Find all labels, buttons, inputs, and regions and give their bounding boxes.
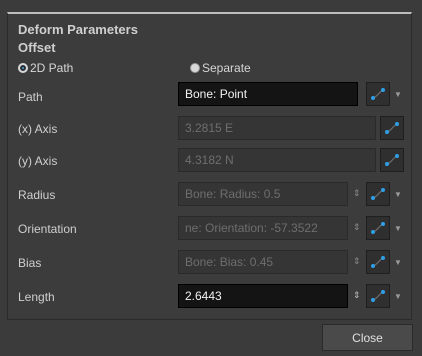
panel-title: Deform Parameters <box>18 22 138 37</box>
x-axis-label: (x) Axis <box>18 122 58 136</box>
radius-dropdown-arrow[interactable]: ▼ <box>394 190 402 199</box>
function-curve-icon <box>385 154 399 166</box>
path-field[interactable]: Bone: Point <box>178 82 358 106</box>
function-curve-icon <box>385 122 399 134</box>
y-axis-field: 4.3182 N <box>178 148 376 172</box>
close-button[interactable]: Close <box>322 324 413 351</box>
radius-field: Bone: Radius: 0.5 <box>178 182 348 206</box>
length-function-button[interactable] <box>366 284 390 308</box>
orientation-dropdown-arrow[interactable]: ▼ <box>394 224 402 233</box>
x-axis-function-button[interactable] <box>380 116 404 140</box>
deform-parameters-panel: Deform Parameters Offset 2D Path Separat… <box>7 12 412 320</box>
function-curve-icon <box>371 222 385 234</box>
length-field[interactable]: 2.6443 <box>178 284 348 308</box>
function-curve-icon <box>371 256 385 268</box>
stepper-arrows-icon: ⇕ <box>353 188 361 198</box>
radio-selected-icon <box>18 63 28 73</box>
length-label: Length <box>18 290 55 304</box>
bias-function-button[interactable] <box>366 250 390 274</box>
bias-label: Bias <box>18 256 42 270</box>
path-function-button[interactable] <box>366 82 390 106</box>
y-axis-label: (y) Axis <box>18 154 58 168</box>
function-curve-icon <box>371 188 385 200</box>
orientation-function-button[interactable] <box>366 216 390 240</box>
radio-separate[interactable]: Separate <box>190 61 251 75</box>
path-dropdown-arrow[interactable]: ▼ <box>394 90 402 99</box>
radius-function-button[interactable] <box>366 182 390 206</box>
bias-field: Bone: Bias: 0.45 <box>178 250 348 274</box>
orientation-field: ne: Orientation: -57.3522 <box>178 216 348 240</box>
function-curve-icon <box>371 290 385 302</box>
radio-2d-path[interactable]: 2D Path <box>18 61 73 75</box>
radius-label: Radius <box>18 188 56 202</box>
radio-separate-label: Separate <box>202 61 251 75</box>
length-stepper[interactable]: ⇕ <box>353 290 361 301</box>
bias-dropdown-arrow[interactable]: ▼ <box>394 258 402 267</box>
radio-2d-path-label: 2D Path <box>30 61 74 75</box>
function-curve-icon <box>371 88 385 100</box>
offset-subtitle: Offset <box>18 40 56 55</box>
y-axis-function-button[interactable] <box>380 148 404 172</box>
length-dropdown-arrow[interactable]: ▼ <box>394 292 402 301</box>
path-label: Path <box>18 90 43 104</box>
stepper-arrows-icon: ⇕ <box>353 256 361 266</box>
x-axis-field: 3.2815 E <box>178 116 376 140</box>
window-top-strip <box>0 0 422 6</box>
stepper-arrows-icon: ⇕ <box>353 222 361 232</box>
orientation-label: Orientation <box>18 222 77 236</box>
radio-unselected-icon <box>190 63 200 73</box>
